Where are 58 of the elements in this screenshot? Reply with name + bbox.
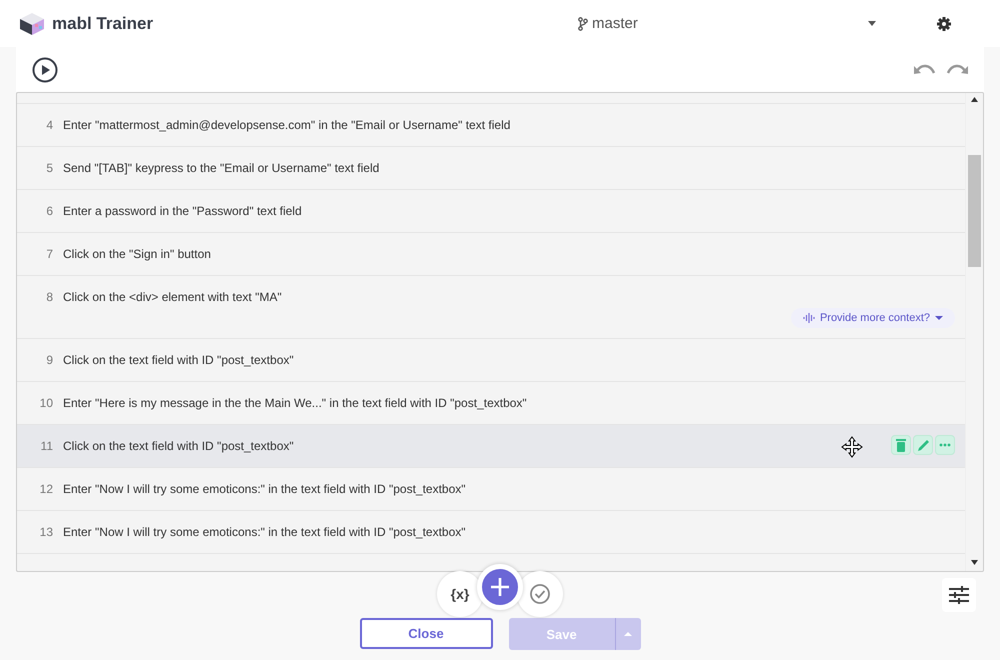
variables-button[interactable]: {x} [437,571,483,617]
delete-button[interactable] [891,435,911,455]
step-text: Click on the text field with ID "post_textbox" [63,353,294,367]
step-row[interactable]: 9 Click on the text field with ID "post_textbox" [17,339,965,382]
step-number: 8 [45,290,54,304]
branch-dropdown-icon[interactable] [868,21,876,26]
step-row[interactable]: 12 Enter "Now I will try some emoticons:" in the text field with ID "post_textbox" [17,468,965,511]
caret-icon [935,316,943,320]
step-row[interactable]: 7 Click on the "Sign in" button [17,233,965,276]
step-number: 7 [45,247,54,261]
settings-icon[interactable] [936,16,952,32]
sliders-icon [949,586,969,604]
ellipsis-icon [939,443,951,447]
step-row[interactable]: 13 Enter "Now I will try some emoticons:" in the text field with ID "post_textbox" [17,511,965,554]
step-row[interactable]: 6 Enter a password in the "Password" text field [17,190,965,233]
step-number: 6 [45,204,54,218]
step-number: 4 [45,118,54,132]
move-cursor-icon [841,436,863,458]
undo-icon[interactable] [914,62,936,76]
sound-wave-icon [802,312,815,324]
step-text: Enter "mattermost_admin@developsense.com" in the "Email or Username" text field [63,118,510,132]
step-text: Enter "Now I will try some emoticons:" in the text field with ID "post_textbox" [63,482,466,496]
edit-button[interactable] [913,435,933,455]
save-options-button[interactable] [614,618,640,650]
assertion-button[interactable] [517,571,563,617]
step-text: Enter a password in the "Password" text field [63,204,302,218]
close-button[interactable]: Close [360,618,492,649]
settings-sliders-button[interactable] [942,578,976,612]
scrollbar[interactable] [965,93,983,571]
branch-name[interactable]: master [592,15,638,32]
logo-icon [18,10,46,36]
step-number: 5 [45,161,54,175]
step-row[interactable]: 5 Send "[TAB]" keypress to the "Email or Username" text field [17,147,965,190]
step-text: Send "[TAB]" keypress to the "Email or Username" text field [63,161,380,175]
redo-icon[interactable] [946,62,968,76]
step-row[interactable]: 4 Enter "mattermost_admin@developsense.com" in the "Email or Username" text field [17,104,965,147]
more-button[interactable] [935,435,955,455]
step-number: 9 [45,353,54,367]
step-number: 10 [38,396,54,410]
step-text: Click on the "Sign in" button [63,247,211,261]
plus-icon [489,576,511,598]
check-circle-icon [529,583,551,605]
trash-icon [896,438,906,452]
step-number: 11 [40,439,54,453]
caret-icon [624,632,632,636]
step-text: Enter "Here is my message in the the Main We..." in the text field with ID "post_textbox" [63,396,527,410]
app-title: mabl Trainer [52,14,154,34]
step-row[interactable]: 8 Click on the <div> element with text "MA" Provide more context? [17,276,965,339]
step-number: 13 [38,525,54,539]
step-row[interactable]: 11 Click on the text field with ID "post_textbox" [17,425,965,468]
step-text: Click on the <div> element with text "MA" [63,290,282,304]
branch-icon [578,16,588,30]
step-number: 12 [38,482,54,496]
step-text: Click on the text field with ID "post_textbox" [63,439,294,453]
step-text: Enter "Now I will try some emoticons:" in the text field with ID "post_textbox" [63,525,466,539]
pencil-icon [916,438,930,452]
play-icon[interactable] [32,56,58,82]
context-prompt-button[interactable]: Provide more context? [790,308,955,328]
